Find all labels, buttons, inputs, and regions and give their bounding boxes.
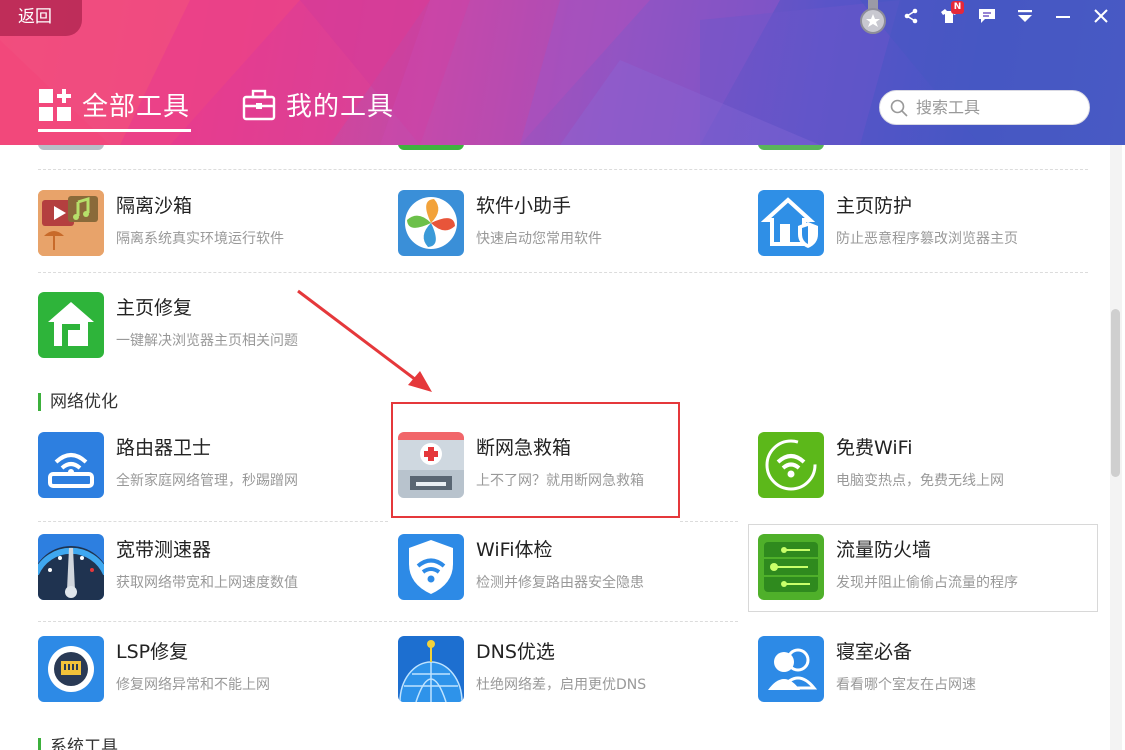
wifi-circle-icon <box>758 432 824 498</box>
tool-traffic-firewall[interactable]: 流量防火墙 发现并阻止偷偷占流量的程序 <box>758 531 1098 603</box>
tool-description: 全新家庭网络管理，秒踢蹭网 <box>116 473 298 489</box>
header-banner: 返回 N 全部工具 我的工具 搜索工具 <box>0 0 1125 145</box>
row-divider <box>38 272 1088 273</box>
users-icon <box>758 636 824 702</box>
highlight-annotation-box <box>391 402 680 518</box>
router-icon <box>38 432 104 498</box>
tool-title: 软件小助手 <box>476 195 572 217</box>
tab-all-tools-label: 全部工具 <box>82 92 191 122</box>
tab-all-tools[interactable]: 全部工具 <box>38 86 190 123</box>
tool-title: WiFi体检 <box>476 539 553 561</box>
tool-title: 宽带测速器 <box>116 539 212 561</box>
tool-description: 快速启动您常用软件 <box>476 231 602 247</box>
tool-description: 杜绝网络差，启用更优DNS <box>476 677 647 693</box>
tool-software-helper[interactable]: 软件小助手 快速启动您常用软件 <box>398 187 738 259</box>
menu-dropdown-icon[interactable] <box>1013 4 1037 28</box>
active-tab-underline <box>38 129 191 132</box>
partial-tool-icon <box>758 145 824 150</box>
close-icon[interactable] <box>1089 4 1113 28</box>
tool-title: 路由器卫士 <box>116 437 212 459</box>
search-input[interactable] <box>916 98 1076 117</box>
house-shield-icon <box>758 190 824 256</box>
wifi-shield-icon <box>398 534 464 600</box>
share-icon[interactable] <box>899 4 923 28</box>
tool-description: 防止恶意程序篡改浏览器主页 <box>836 231 1018 247</box>
partial-tool-icon <box>38 145 104 150</box>
section-title-network: 网络优化 <box>38 393 118 411</box>
section-title-system: 系统工具 <box>38 738 118 750</box>
tool-lsp-repair[interactable]: LSP修复 修复网络异常和不能上网 <box>38 633 378 705</box>
message-icon[interactable] <box>975 4 999 28</box>
vertical-scrollbar[interactable] <box>1110 145 1122 750</box>
tool-homepage-protect[interactable]: 主页防护 防止恶意程序篡改浏览器主页 <box>758 187 1098 259</box>
tool-description: 检测并修复路由器安全隐患 <box>476 575 644 591</box>
notification-badge: N <box>951 1 964 14</box>
skin-shirt-icon[interactable]: N <box>937 1 964 28</box>
house-repair-icon <box>38 292 104 358</box>
tool-description: 修复网络异常和不能上网 <box>116 677 270 693</box>
tool-title: 隔离沙箱 <box>116 195 193 217</box>
back-button[interactable]: 返回 <box>0 0 82 36</box>
partial-tool-icon <box>398 145 464 150</box>
row-divider <box>38 169 1088 170</box>
tool-dorm-essentials[interactable]: 寝室必备 看看哪个室友在占网速 <box>758 633 1098 705</box>
sandbox-icon <box>38 190 104 256</box>
tool-description: 电脑变热点，免费无线上网 <box>836 473 1004 489</box>
tool-description: 发现并阻止偷偷占流量的程序 <box>836 575 1018 591</box>
tools-list: 隔离沙箱 隔离系统真实环境运行软件 软件小助手 快速启动您常用软件 主页防护 防… <box>0 145 1108 750</box>
tool-title: 免费WiFi <box>836 437 913 459</box>
tool-description: 看看哪个室友在占网速 <box>836 677 976 693</box>
network-port-icon <box>38 636 104 702</box>
search-icon <box>890 99 908 117</box>
tool-dns-optimize[interactable]: DNS优选 杜绝网络差，启用更优DNS <box>398 633 738 705</box>
tool-title: 流量防火墙 <box>836 539 932 561</box>
tool-title: 寝室必备 <box>836 641 913 663</box>
firewall-icon <box>758 534 824 600</box>
tab-my-tools[interactable]: 我的工具 <box>242 86 394 123</box>
tool-sandbox[interactable]: 隔离沙箱 隔离系统真实环境运行软件 <box>38 187 378 259</box>
search-box[interactable] <box>879 90 1090 125</box>
tool-wifi-check[interactable]: WiFi体检 检测并修复路由器安全隐患 <box>398 531 738 603</box>
tool-description: 一键解决浏览器主页相关问题 <box>116 333 298 349</box>
row-divider <box>38 621 738 622</box>
annotation-arrow <box>297 289 432 392</box>
tool-title: 主页防护 <box>836 195 913 217</box>
toolbox-icon <box>242 89 276 120</box>
grid-icon <box>39 88 71 121</box>
window-controls: N <box>899 1 1113 28</box>
tool-description: 获取网络带宽和上网速度数值 <box>116 575 298 591</box>
scrollbar-thumb[interactable] <box>1111 309 1120 477</box>
row-divider <box>680 521 738 522</box>
tool-speed-test[interactable]: 宽带测速器 获取网络带宽和上网速度数值 <box>38 531 378 603</box>
tool-title: 主页修复 <box>116 297 193 319</box>
medal-icon[interactable] <box>858 0 888 36</box>
tool-title: LSP修复 <box>116 641 189 663</box>
tool-description: 隔离系统真实环境运行软件 <box>116 231 284 247</box>
tool-free-wifi[interactable]: 免费WiFi 电脑变热点，免费无线上网 <box>758 429 1098 501</box>
row-divider <box>38 521 388 522</box>
speedometer-icon <box>38 534 104 600</box>
minimize-icon[interactable] <box>1051 4 1075 28</box>
pinwheel-icon <box>398 190 464 256</box>
tab-my-tools-label: 我的工具 <box>286 92 395 122</box>
globe-network-icon <box>398 636 464 702</box>
tool-title: DNS优选 <box>476 641 555 663</box>
tool-router-guard[interactable]: 路由器卫士 全新家庭网络管理，秒踢蹭网 <box>38 429 378 501</box>
